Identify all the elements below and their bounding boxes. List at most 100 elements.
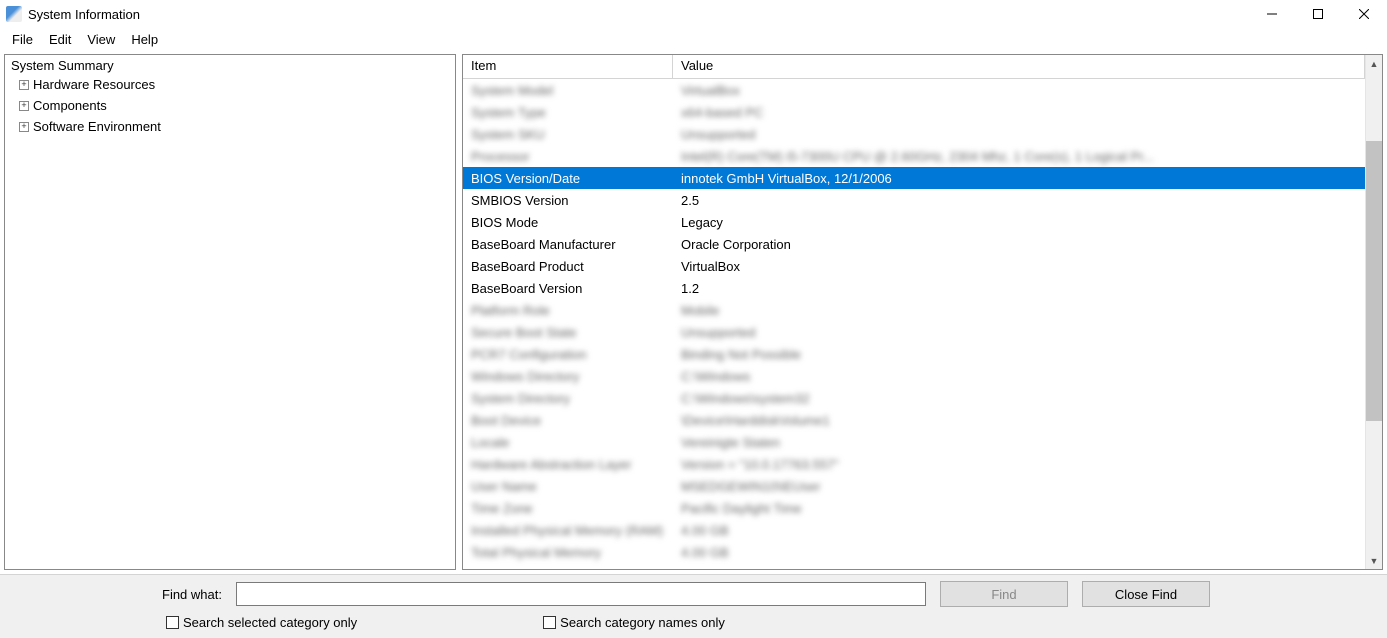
cell-item: Windows Directory (463, 369, 673, 384)
titlebar: System Information (0, 0, 1387, 28)
details-list: Item Value System ModelVirtualBoxSystem … (463, 55, 1365, 569)
cell-item: BIOS Version/Date (463, 171, 673, 186)
cell-item: System Directory (463, 391, 673, 406)
scroll-up-icon[interactable]: ▲ (1366, 55, 1382, 72)
column-header-value[interactable]: Value (673, 55, 1365, 78)
cell-item: System Model (463, 83, 673, 98)
close-find-button[interactable]: Close Find (1082, 581, 1210, 607)
find-row: Find what: Find Close Find (8, 581, 1379, 607)
find-label: Find what: (162, 587, 228, 602)
table-row[interactable]: User NameMSEDGEWIN10\IEUser (463, 475, 1365, 497)
table-row[interactable]: Time ZonePacific Daylight Time (463, 497, 1365, 519)
tree-item-label: Hardware Resources (33, 77, 155, 92)
vertical-scrollbar[interactable]: ▲ ▼ (1365, 55, 1382, 569)
cell-item: Locale (463, 435, 673, 450)
table-row[interactable]: ProcessorIntel(R) Core(TM) i5-7300U CPU … (463, 145, 1365, 167)
menubar: File Edit View Help (0, 28, 1387, 52)
scroll-down-icon[interactable]: ▼ (1366, 552, 1382, 569)
tree-pane: System Summary + Hardware Resources + Co… (4, 54, 456, 570)
close-button[interactable] (1341, 0, 1387, 28)
cell-item: Platform Role (463, 303, 673, 318)
cell-item: BaseBoard Version (463, 281, 673, 296)
find-options-row: Search selected category only Search cat… (8, 615, 1379, 630)
cell-value: Unsupported (673, 325, 1365, 340)
category-tree: System Summary + Hardware Resources + Co… (5, 55, 455, 139)
table-row[interactable]: LocaleVereinigte Staten (463, 431, 1365, 453)
find-input[interactable] (236, 582, 926, 606)
cell-value: Pacific Daylight Time (673, 501, 1365, 516)
cell-item: Installed Physical Memory (RAM) (463, 523, 673, 538)
cell-item: System Type (463, 105, 673, 120)
minimize-button[interactable] (1249, 0, 1295, 28)
table-row[interactable]: Total Physical Memory4.00 GB (463, 541, 1365, 563)
cell-value: Mobile (673, 303, 1365, 318)
find-button[interactable]: Find (940, 581, 1068, 607)
table-row[interactable]: System ModelVirtualBox (463, 79, 1365, 101)
cell-item: Total Physical Memory (463, 545, 673, 560)
menu-help[interactable]: Help (123, 30, 166, 49)
tree-root[interactable]: System Summary (9, 57, 451, 74)
details-body[interactable]: System ModelVirtualBoxSystem Typex64-bas… (463, 79, 1365, 569)
checkbox-selected-category[interactable]: Search selected category only (166, 615, 357, 630)
cell-value: C:\Windows\system32 (673, 391, 1365, 406)
scroll-thumb[interactable] (1366, 141, 1382, 421)
table-row[interactable]: Boot Device\Device\HarddiskVolume1 (463, 409, 1365, 431)
cell-item: User Name (463, 479, 673, 494)
cell-value: 1.2 (673, 281, 1365, 296)
checkbox-category-names[interactable]: Search category names only (543, 615, 725, 630)
cell-value: Intel(R) Core(TM) i5-7300U CPU @ 2.60GHz… (673, 149, 1365, 164)
table-row[interactable]: Secure Boot StateUnsupported (463, 321, 1365, 343)
maximize-button[interactable] (1295, 0, 1341, 28)
cell-value: MSEDGEWIN10\IEUser (673, 479, 1365, 494)
table-row[interactable]: BaseBoard ManufacturerOracle Corporation (463, 233, 1365, 255)
cell-item: Boot Device (463, 413, 673, 428)
table-row[interactable]: System SKUUnsupported (463, 123, 1365, 145)
cell-item: System SKU (463, 127, 673, 142)
cell-value: Vereinigte Staten (673, 435, 1365, 450)
menu-edit[interactable]: Edit (41, 30, 79, 49)
checkbox-label: Search category names only (560, 615, 725, 630)
cell-value: 2.5 (673, 193, 1365, 208)
table-row[interactable]: BIOS ModeLegacy (463, 211, 1365, 233)
window-title: System Information (28, 7, 1249, 22)
tree-item-software[interactable]: + Software Environment (19, 116, 451, 137)
table-row[interactable]: Installed Physical Memory (RAM)4.00 GB (463, 519, 1365, 541)
cell-value: VirtualBox (673, 83, 1365, 98)
table-row[interactable]: System Typex64-based PC (463, 101, 1365, 123)
menu-view[interactable]: View (79, 30, 123, 49)
cell-value: C:\Windows (673, 369, 1365, 384)
table-row[interactable]: PCR7 ConfigurationBinding Not Possible (463, 343, 1365, 365)
table-row[interactable]: Hardware Abstraction LayerVersion = "10.… (463, 453, 1365, 475)
cell-value: Unsupported (673, 127, 1365, 142)
column-header-item[interactable]: Item (463, 55, 673, 78)
details-header: Item Value (463, 55, 1365, 79)
expand-icon[interactable]: + (19, 101, 29, 111)
tree-item-components[interactable]: + Components (19, 95, 451, 116)
table-row[interactable]: System DirectoryC:\Windows\system32 (463, 387, 1365, 409)
checkbox-icon (543, 616, 556, 629)
cell-value: VirtualBox (673, 259, 1365, 274)
expand-icon[interactable]: + (19, 122, 29, 132)
table-row[interactable]: BaseBoard ProductVirtualBox (463, 255, 1365, 277)
expand-icon[interactable]: + (19, 80, 29, 90)
menu-file[interactable]: File (4, 30, 41, 49)
table-row[interactable]: Platform RoleMobile (463, 299, 1365, 321)
cell-item: BIOS Mode (463, 215, 673, 230)
checkbox-icon (166, 616, 179, 629)
tree-item-label: Software Environment (33, 119, 161, 134)
cell-value: x64-based PC (673, 105, 1365, 120)
table-row[interactable]: Windows DirectoryC:\Windows (463, 365, 1365, 387)
tree-item-label: Components (33, 98, 107, 113)
cell-item: Secure Boot State (463, 325, 673, 340)
tree-item-hardware[interactable]: + Hardware Resources (19, 74, 451, 95)
table-row[interactable]: SMBIOS Version2.5 (463, 189, 1365, 211)
find-bar: Find what: Find Close Find Search select… (0, 574, 1387, 638)
cell-item: PCR7 Configuration (463, 347, 673, 362)
details-pane: Item Value System ModelVirtualBoxSystem … (462, 54, 1383, 570)
main-panes: System Summary + Hardware Resources + Co… (0, 52, 1387, 574)
checkbox-label: Search selected category only (183, 615, 357, 630)
cell-value: Legacy (673, 215, 1365, 230)
table-row[interactable]: BaseBoard Version1.2 (463, 277, 1365, 299)
window-controls (1249, 0, 1387, 28)
table-row[interactable]: BIOS Version/Dateinnotek GmbH VirtualBox… (463, 167, 1365, 189)
